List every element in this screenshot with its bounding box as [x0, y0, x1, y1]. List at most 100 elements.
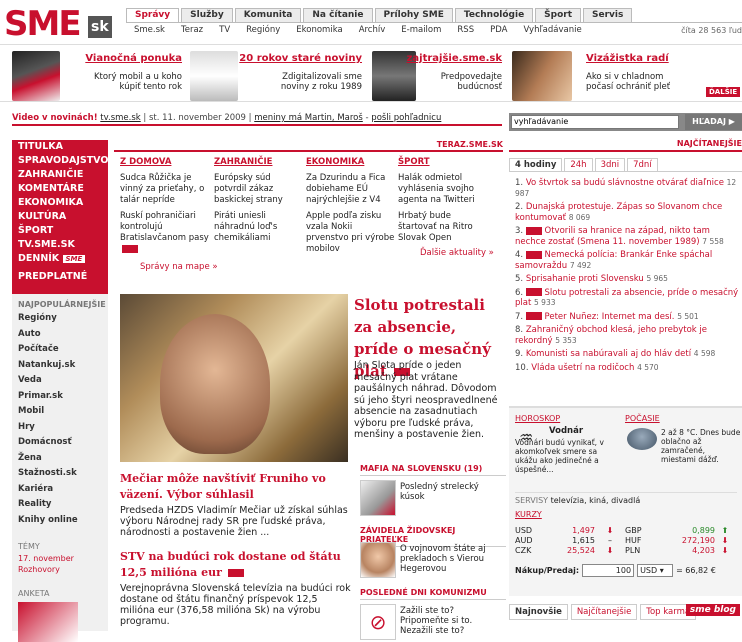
popular-item[interactable]: Knihy online [12, 513, 108, 529]
promo-title[interactable]: 20 rokov staré noviny [239, 53, 362, 64]
side-box-head[interactable]: POSLEDNÉ DNI KOMUNIZMU [360, 588, 506, 600]
tab-prilohy[interactable]: Prílohy SME [374, 8, 453, 22]
promo-vianocna[interactable]: Vianočná ponuka Ktorý mobil a u koho kúp… [2, 51, 182, 101]
portrait-thumb[interactable] [360, 542, 396, 578]
subnav-ekonomika[interactable]: Ekonomika [288, 23, 350, 36]
headline-link[interactable]: Za Dzurindu a Fica dobiehame EÚ najrýchl… [306, 173, 396, 206]
story-title[interactable]: Mečiar môže navštíviť Fruniho vo väzení.… [120, 471, 352, 503]
nav-ekonomika[interactable]: EKONOMIKA [12, 196, 108, 210]
popular-item[interactable]: Stažnosti.sk [12, 466, 108, 482]
column-head[interactable]: ZAHRANIČIE [214, 157, 304, 167]
tab-7dni[interactable]: 7dní [627, 158, 658, 171]
more-button[interactable]: ĎALŠIE [706, 87, 741, 97]
most-read-item[interactable]: 3. Otvorili sa hranice na západ, nikto t… [515, 226, 742, 247]
amount-input[interactable]: 100 [582, 564, 635, 577]
subnav-teraz[interactable]: Teraz [173, 23, 211, 36]
subnav-pda[interactable]: PDA [482, 23, 515, 36]
popular-item[interactable]: Počítače [12, 342, 108, 358]
tab-4hodiny[interactable]: 4 hodiny [509, 158, 563, 171]
tab-sluzby[interactable]: Služby [181, 8, 233, 22]
subnav-tv[interactable]: TV [211, 23, 238, 36]
lead-photo[interactable] [120, 294, 348, 462]
headline-link[interactable]: Ruskí pohraničiari kontrolujú Bratislavč… [120, 211, 210, 255]
popular-item[interactable]: Regióny [12, 311, 108, 327]
promo-title[interactable]: Vianočná ponuka [85, 53, 182, 64]
horoscope-link[interactable]: HOROSKOP [515, 414, 560, 423]
sme-blog-logo[interactable]: sme blog [685, 604, 740, 616]
most-read-item[interactable]: 1. Vo štvrtok sa budú slávnostne otvárať… [515, 178, 742, 199]
column-head[interactable]: Z DOMOVA [120, 157, 210, 167]
topic-link[interactable]: 17. november [12, 553, 108, 564]
nav-titulka[interactable]: TITULKA [12, 140, 108, 154]
headline-link[interactable]: Apple podľa zisku vzala Nokii prvenstvo … [306, 211, 396, 255]
tab-na-citanie[interactable]: Na čítanie [303, 8, 373, 22]
promo-vizazistka[interactable]: Vizážistka radí Ako si v chladnom počasí… [510, 51, 742, 101]
headline-link[interactable]: Európsky súd potvrdil zákaz baskickej st… [214, 173, 304, 206]
sign-name[interactable]: Vodnár [549, 426, 583, 436]
sme-logo[interactable]: SME sk [2, 4, 120, 44]
most-read-item[interactable]: 9. Komunisti sa nabúravali aj do hláv de… [515, 349, 742, 360]
side-box-text[interactable]: Zažili ste to? Pripomeňte si to. Nezažil… [400, 606, 504, 636]
rates-link[interactable]: KURZY [515, 510, 542, 519]
subnav-vyhladavanie[interactable]: Vyhľadávanie [515, 23, 589, 36]
tab-sport[interactable]: Šport [535, 8, 582, 22]
postcard-link[interactable]: pošli pohľadnicu [371, 113, 441, 123]
most-read-item[interactable]: 5. Sprisahanie proti Slovensku 5 965 [515, 274, 742, 285]
tab-spravy[interactable]: Správy [126, 8, 180, 22]
nav-zahranicie[interactable]: ZAHRANIČIE [12, 168, 108, 182]
nav-kultura[interactable]: KULTÚRA [12, 210, 108, 224]
more-news-link[interactable]: Ďalšie aktuality » [420, 248, 494, 258]
weather-link[interactable]: POČASIE [625, 414, 660, 423]
popular-item[interactable]: Primar.sk [12, 389, 108, 405]
teraz-header[interactable]: TERAZ.SME.SK [114, 140, 503, 152]
most-read-item[interactable]: 6. Slotu potrestali za absencie, príde o… [515, 288, 742, 309]
headline-link[interactable]: Halák odmietol vyhlásenia svojho agenta … [398, 173, 488, 206]
nav-sport[interactable]: ŠPORT [12, 224, 108, 238]
popular-item[interactable]: Mobil [12, 404, 108, 420]
promo-title[interactable]: Vizážistka radí [586, 53, 669, 64]
most-read-item[interactable]: 2. Dunajská protestuje. Zápas so Slovano… [515, 202, 742, 223]
side-box-head[interactable]: MAFIA NA SLOVENSKU (19) [360, 464, 506, 476]
headline-link[interactable]: Sudca Růžička je vinný za prieťahy, o ta… [120, 173, 210, 206]
popular-item[interactable]: Hry [12, 420, 108, 436]
currency-select[interactable]: USD ▾ [637, 564, 674, 577]
subnav-emailom[interactable]: E-mailom [393, 23, 449, 36]
popular-item[interactable]: Domácnosť [12, 435, 108, 451]
subnav-archiv[interactable]: Archív [351, 23, 394, 36]
tab-servis[interactable]: Servis [583, 8, 633, 22]
nav-predplatne[interactable]: PREDPLATNÉ [12, 270, 108, 284]
tab-technologie[interactable]: Technológie [454, 8, 534, 22]
subnav-rss[interactable]: RSS [449, 23, 482, 36]
popular-item[interactable]: Žena [12, 451, 108, 467]
poll-image[interactable] [18, 602, 78, 642]
video-link[interactable]: tv.sme.sk [100, 113, 140, 123]
popular-item[interactable]: Kariéra [12, 482, 108, 498]
most-read-item[interactable]: 10. Vláda ušetrí na rodičoch 4 570 [515, 363, 742, 374]
most-read-item[interactable]: 4. Nemecká polícia: Brankár Enke spáchal… [515, 250, 742, 271]
most-read-item[interactable]: 7. Peter Nuñez: Internet ma desí. 5 501 [515, 312, 742, 323]
subnav-sme[interactable]: Sme.sk [126, 23, 173, 36]
popular-item[interactable]: Natankuj.sk [12, 358, 108, 374]
gun-image[interactable] [360, 480, 396, 516]
map-link[interactable]: Správy na mape » [140, 262, 218, 272]
headline-link[interactable]: Piráti uniesli náhradnú loď's chemikália… [214, 211, 304, 244]
tab-24h[interactable]: 24h [564, 158, 593, 171]
topic-link[interactable]: Rozhovory [12, 564, 108, 575]
nav-dennik[interactable]: DENNÍK SME [12, 252, 108, 266]
column-head[interactable]: EKONOMIKA [306, 157, 396, 167]
side-box-text[interactable]: O vojnovom štáte aj prekladoch s Vierou … [400, 544, 504, 574]
services-links[interactable]: televízia, kiná, divadlá [551, 496, 641, 505]
popular-item[interactable]: Veda [12, 373, 108, 389]
side-box-text[interactable]: Posledný strelecký kúsok [400, 482, 504, 502]
popular-item[interactable]: Reality [12, 497, 108, 513]
most-read-item[interactable]: 8. Zahraničný obchod klesá, jeho prebyto… [515, 325, 742, 346]
nav-komentare[interactable]: KOMENTÁRE [12, 182, 108, 196]
subnav-regiony[interactable]: Regióny [238, 23, 288, 36]
tab-3dni[interactable]: 3dni [594, 158, 626, 171]
story-title[interactable]: STV na budúci rok dostane od štátu 12,5 … [120, 549, 352, 581]
tab-komunita[interactable]: Komunita [234, 8, 302, 22]
tab-najcitanejsie[interactable]: Najčítanejšie [570, 604, 638, 620]
headline-link[interactable]: Hrbatý bude štartovať na Ritro Slovak Op… [398, 211, 488, 244]
column-head[interactable]: ŠPORT [398, 157, 488, 167]
promo-title[interactable]: zajtrajšie.sme.sk [407, 53, 502, 64]
